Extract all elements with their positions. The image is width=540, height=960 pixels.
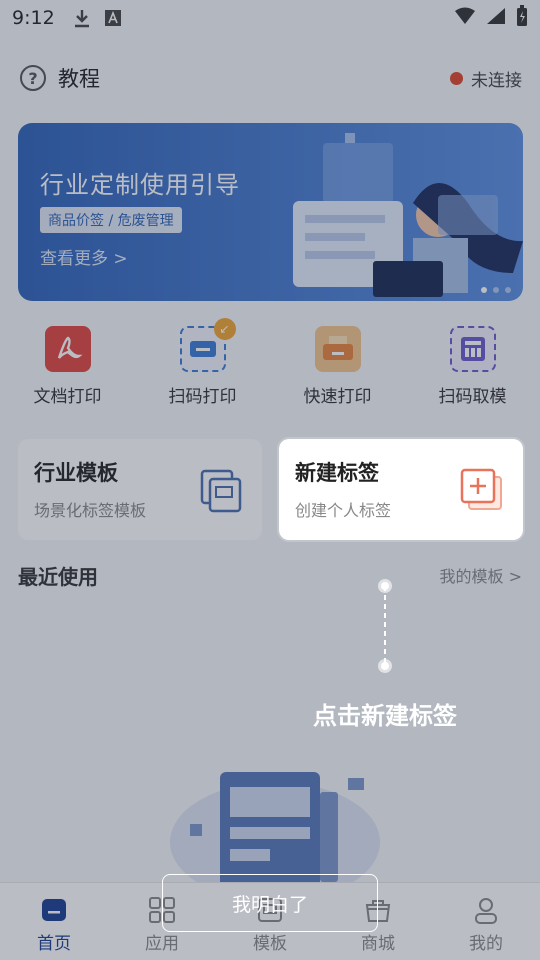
got-it-button[interactable]: 我明白了 [162, 874, 378, 932]
add-label-icon [460, 468, 502, 510]
guide-connector [378, 579, 392, 673]
new-label-card[interactable]: 新建标签 创建个人标签 [279, 439, 523, 540]
guide-text: 点击新建标签 [313, 702, 457, 730]
